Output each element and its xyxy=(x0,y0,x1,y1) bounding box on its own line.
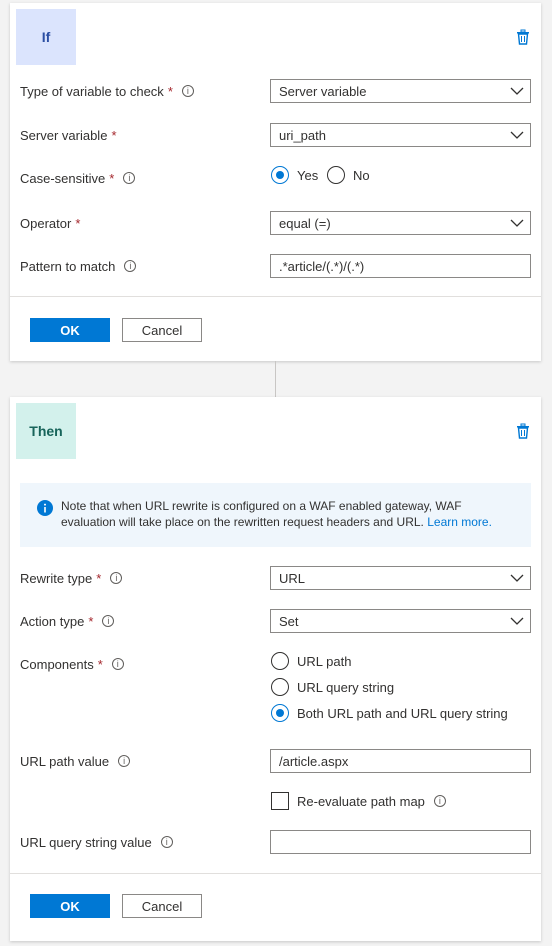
pattern-input[interactable]: .*article/(.*)/(.*) xyxy=(270,254,531,278)
chevron-down-icon xyxy=(510,574,524,582)
variable-type-dropdown[interactable]: Server variable xyxy=(270,79,531,103)
required-asterisk: * xyxy=(96,570,102,586)
info-icon[interactable]: i xyxy=(124,260,137,272)
radio-selected[interactable] xyxy=(271,166,289,184)
waf-notice: Note that when URL rewrite is configured… xyxy=(20,483,531,547)
action-type-label: Action type * i xyxy=(20,611,115,631)
chevron-down-icon xyxy=(510,617,524,625)
if-badge: If xyxy=(16,9,76,65)
required-asterisk: * xyxy=(88,613,94,629)
info-icon[interactable]: i xyxy=(433,795,446,807)
then-action-card: Then Note that when URL rewrite is confi… xyxy=(10,397,541,941)
pattern-label: Pattern to match i xyxy=(20,256,137,276)
checkbox-unchecked[interactable] xyxy=(271,792,289,810)
trash-icon[interactable] xyxy=(515,29,531,45)
chevron-down-icon xyxy=(510,219,524,227)
operator-label: Operator * xyxy=(20,215,81,231)
rewrite-type-label: Rewrite type * i xyxy=(20,568,123,588)
url-path-value-label: URL path value i xyxy=(20,751,131,771)
radio-unselected[interactable] xyxy=(271,678,289,696)
required-asterisk: * xyxy=(75,215,81,231)
radio-unselected[interactable] xyxy=(271,652,289,670)
action-type-dropdown[interactable]: Set xyxy=(270,609,531,633)
chevron-down-icon xyxy=(510,131,524,139)
info-icon[interactable]: i xyxy=(118,755,131,767)
cancel-button[interactable]: Cancel xyxy=(122,894,202,918)
component-query-string-option[interactable]: URL query string xyxy=(271,677,394,697)
ok-button[interactable]: OK xyxy=(30,318,110,342)
query-string-value-input[interactable] xyxy=(270,830,531,854)
divider xyxy=(10,873,541,874)
required-asterisk: * xyxy=(167,83,173,99)
learn-more-link[interactable]: Learn more. xyxy=(427,515,492,529)
ok-button[interactable]: OK xyxy=(30,894,110,918)
required-asterisk: * xyxy=(111,127,117,143)
component-url-path-option[interactable]: URL path xyxy=(271,651,351,671)
components-label: Components * i xyxy=(20,654,124,674)
required-asterisk: * xyxy=(109,170,115,186)
if-condition-card: If Type of variable to check * i Server … xyxy=(10,3,541,361)
component-both-option[interactable]: Both URL path and URL query string xyxy=(271,703,508,723)
trash-icon[interactable] xyxy=(515,423,531,439)
reevaluate-path-map-checkbox[interactable]: Re-evaluate path map i xyxy=(271,791,446,811)
required-asterisk: * xyxy=(97,656,103,672)
notice-text: Note that when URL rewrite is configured… xyxy=(61,499,492,529)
radio-selected[interactable] xyxy=(271,704,289,722)
connector-line xyxy=(275,361,276,397)
case-sensitive-label: Case-sensitive * i xyxy=(20,168,136,188)
url-path-value-input[interactable]: /article.aspx xyxy=(270,749,531,773)
server-variable-label: Server variable * xyxy=(20,127,117,143)
divider xyxy=(10,296,541,297)
rewrite-type-dropdown[interactable]: URL xyxy=(270,566,531,590)
info-icon[interactable]: i xyxy=(123,172,136,184)
query-string-value-label: URL query string value i xyxy=(20,832,173,852)
operator-dropdown[interactable]: equal (=) xyxy=(270,211,531,235)
variable-type-label: Type of variable to check * i xyxy=(20,81,194,101)
server-variable-dropdown[interactable]: uri_path xyxy=(270,123,531,147)
info-icon[interactable]: i xyxy=(181,85,194,97)
cancel-button[interactable]: Cancel xyxy=(122,318,202,342)
case-sensitive-no-option[interactable]: No xyxy=(327,165,370,185)
info-filled-icon xyxy=(37,500,53,516)
info-icon[interactable]: i xyxy=(102,615,115,627)
radio-unselected[interactable] xyxy=(327,166,345,184)
info-icon[interactable]: i xyxy=(110,572,123,584)
chevron-down-icon xyxy=(510,87,524,95)
info-icon[interactable]: i xyxy=(111,658,124,670)
then-badge: Then xyxy=(16,403,76,459)
info-icon[interactable]: i xyxy=(160,836,173,848)
case-sensitive-yes-option[interactable]: Yes xyxy=(271,165,318,185)
